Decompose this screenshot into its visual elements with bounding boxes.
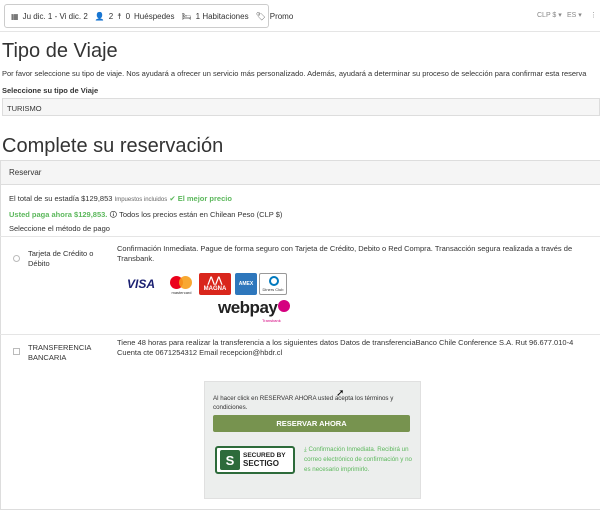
card-option-title: Tarjeta de Crédito o Débito xyxy=(28,249,94,268)
search-summary-button[interactable]: ▦ Ju dic. 1 - Vi dic. 2 👤 2 ☨ 0 Huéspede… xyxy=(4,4,293,28)
trip-type-title: Tipo de Viaje xyxy=(2,40,118,62)
card-radio[interactable] xyxy=(13,255,20,262)
currency-selector[interactable]: CLP $ ▾ xyxy=(537,11,562,19)
transfer-checkbox[interactable] xyxy=(13,348,20,355)
panel-title: Reservar xyxy=(1,161,600,185)
menu-icon[interactable]: ⋮ xyxy=(590,11,597,19)
total-line: El total de su estadía $129,853 Impuesto… xyxy=(9,194,232,203)
check-icon: ✔ xyxy=(169,194,176,203)
rooms-text: 1 Habitaciones xyxy=(195,11,249,21)
terms-text: Al hacer click en RESERVAR AHORA usted a… xyxy=(213,395,394,411)
guests-zero: 0 xyxy=(125,11,131,21)
promo-text: Promo xyxy=(269,11,294,21)
pay-now-line: Usted paga ahora $129,853. 🛈 Todos los p… xyxy=(9,210,283,219)
booking-title: Complete su reservación xyxy=(2,135,224,157)
amex-logo: AMEX xyxy=(235,273,257,295)
method-label: Seleccione el método de pago xyxy=(9,224,110,233)
visa-logo: VISA xyxy=(126,277,155,291)
reserve-now-button[interactable]: RESERVAR AHORA xyxy=(213,415,410,432)
guests-label: Huéspedes xyxy=(134,11,175,21)
tag-icon: 🏷 xyxy=(255,11,266,21)
dates-text: Ju dic. 1 - Vi dic. 2 xyxy=(22,11,88,21)
language-selector[interactable]: ES ▾ xyxy=(567,11,582,19)
transfer-option-title: TRANSFERENCIA BANCARIA xyxy=(28,343,91,362)
mouse-cursor-icon: ➚ xyxy=(336,388,345,399)
calendar-icon: ▦ xyxy=(11,11,19,21)
user-icon: 👤 xyxy=(94,11,105,21)
trip-intro-text: Por favor seleccione su tipo de viaje. N… xyxy=(2,69,587,78)
webpay-logo: webpay Transbank xyxy=(218,298,290,326)
transfer-option-desc: Tiene 48 horas para realizar la transfer… xyxy=(117,338,574,357)
download-icon: ⤓ xyxy=(304,446,307,453)
card-option-desc: Confirmación Inmediata. Pague de forma s… xyxy=(117,244,573,263)
bed-icon: 🛏 xyxy=(181,11,192,21)
divider xyxy=(0,334,600,335)
trip-type-select[interactable]: TURISMO xyxy=(2,98,600,116)
mastercard-logo: mastercard xyxy=(168,275,195,295)
top-bar: ▦ Ju dic. 1 - Vi dic. 2 👤 2 ☨ 0 Huéspede… xyxy=(0,0,600,32)
divider xyxy=(0,236,600,237)
diners-logo: Diners Club xyxy=(259,273,287,295)
confirmation-note: ⤓ Confirmación Inmediata. Recibirá un co… xyxy=(304,446,412,473)
guests-count: 2 xyxy=(108,11,114,21)
sectigo-badge: S SECURED BY SECTIGO xyxy=(215,446,295,474)
trip-select-label: Seleccione su tipo de Viaje xyxy=(2,86,99,95)
sectigo-shield-icon: S xyxy=(220,450,240,470)
child-icon: ☨ xyxy=(117,11,122,21)
magna-logo: ⋀⋀ MAGNA xyxy=(199,273,231,295)
info-icon: 🛈 xyxy=(109,210,118,219)
